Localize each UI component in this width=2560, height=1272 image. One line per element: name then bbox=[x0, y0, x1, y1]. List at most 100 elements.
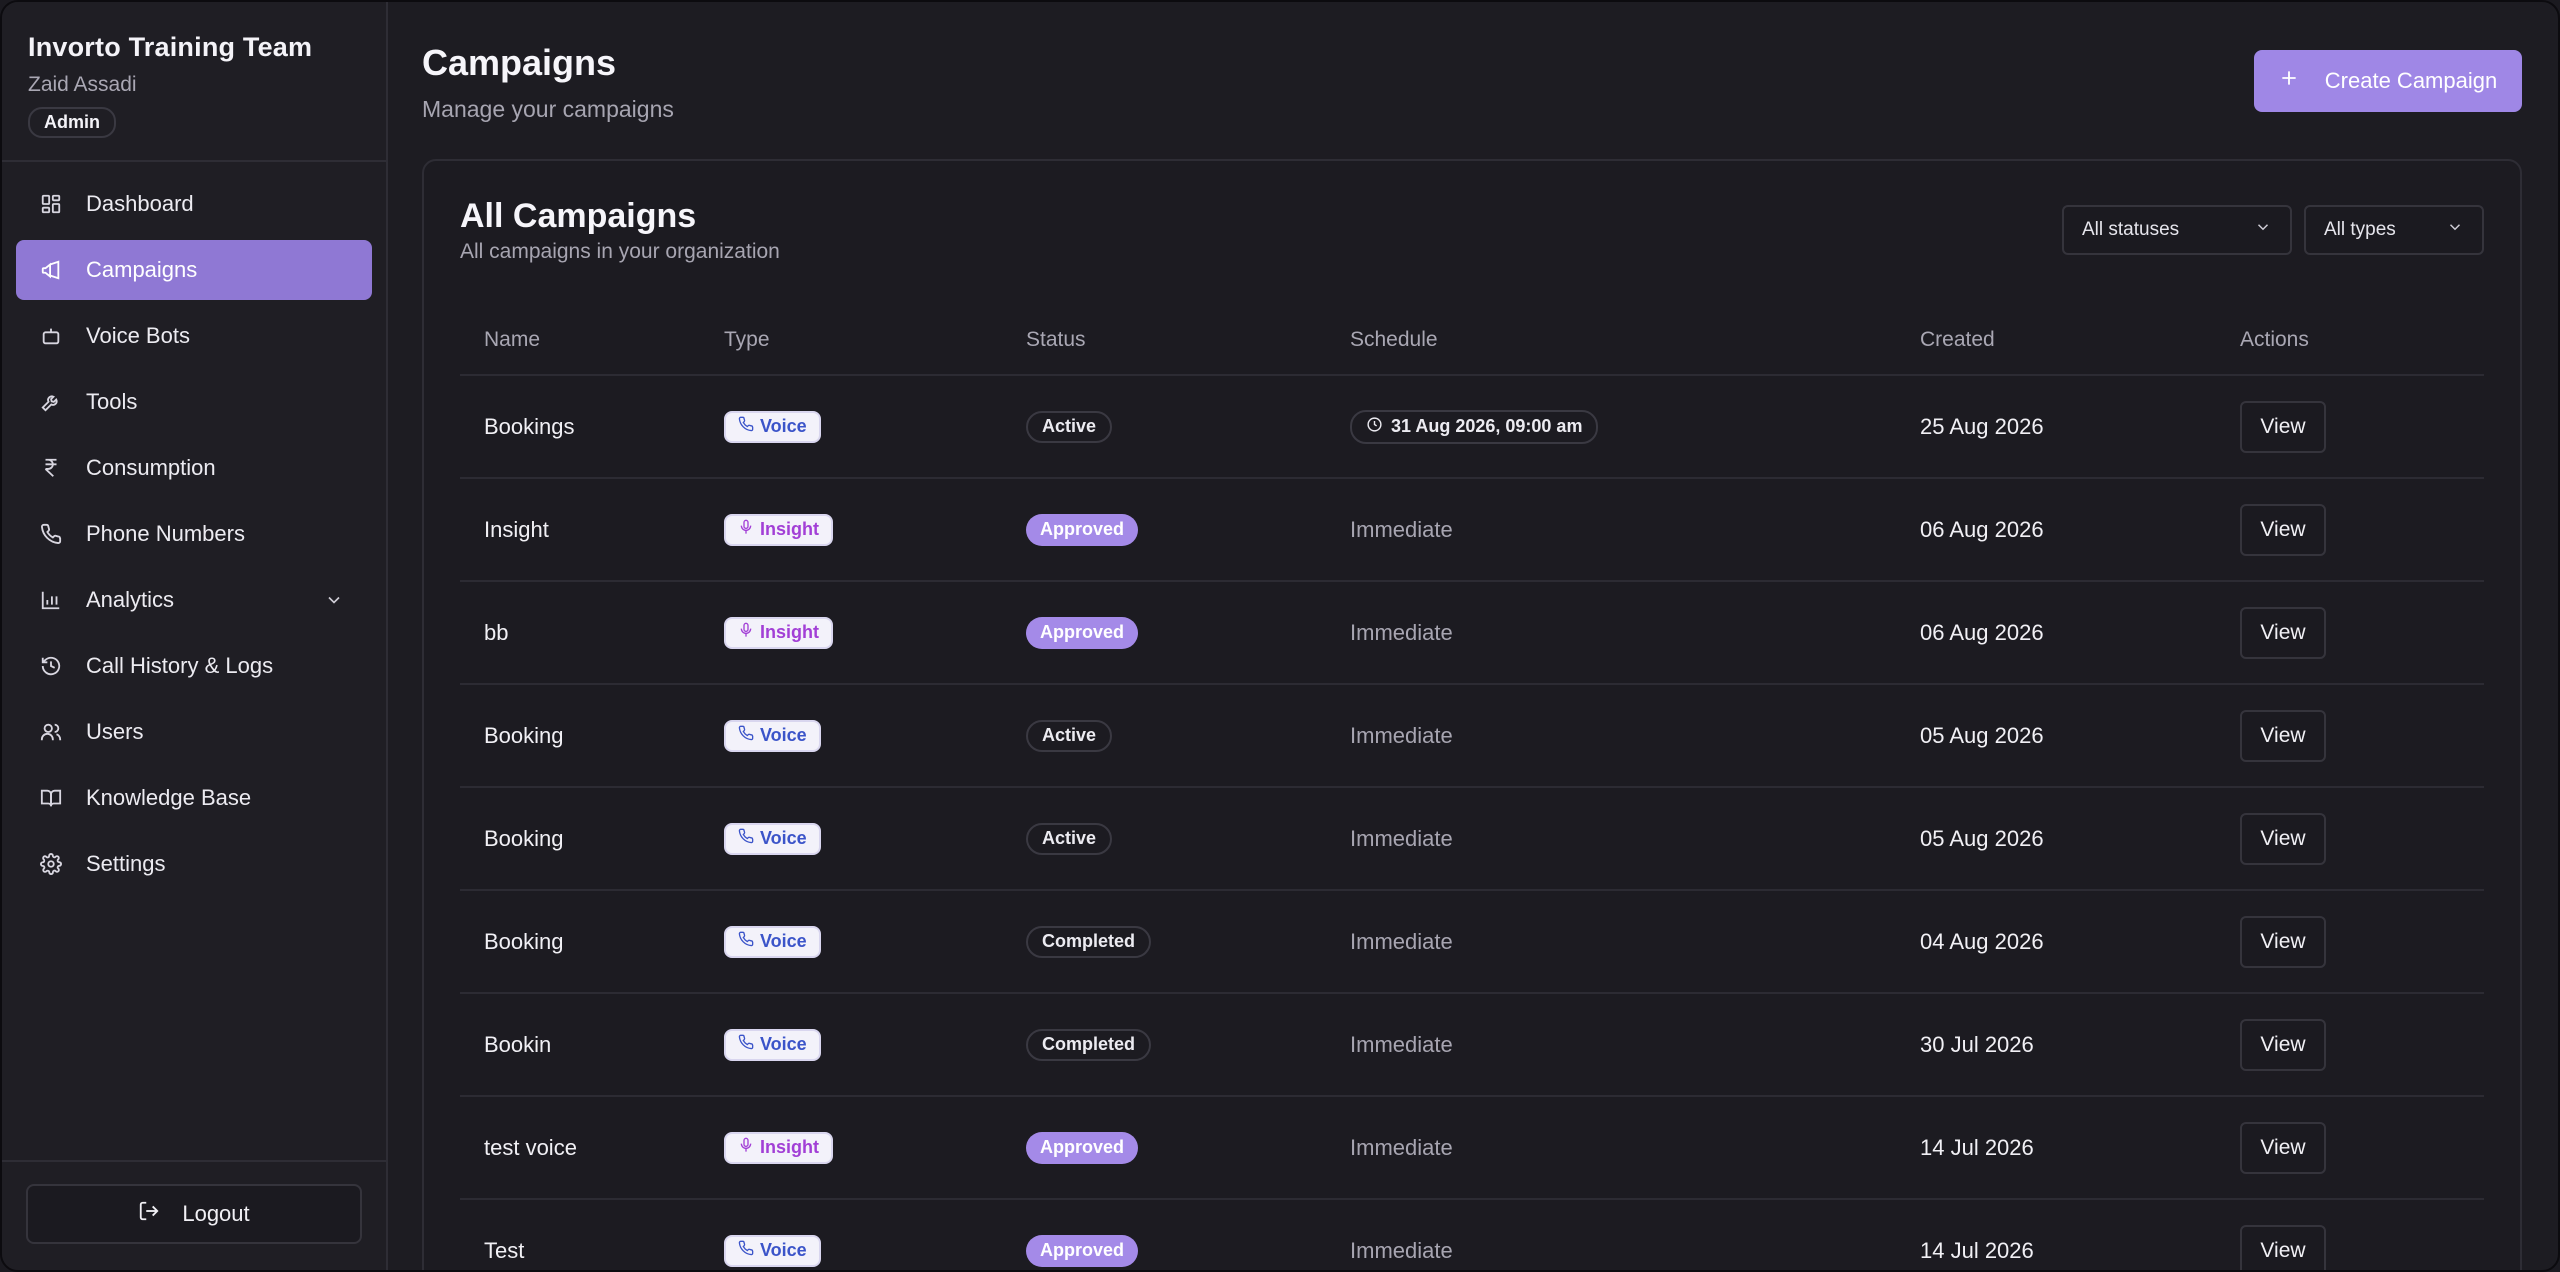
schedule-value: 31 Aug 2026, 09:00 am bbox=[1391, 416, 1583, 436]
sidebar-footer: Logout bbox=[2, 1160, 386, 1270]
logout-icon bbox=[138, 1200, 160, 1228]
type-label: Insight bbox=[760, 519, 819, 539]
type-label: Voice bbox=[760, 725, 807, 745]
campaign-name: Bookin bbox=[484, 1031, 552, 1057]
type-filter-select[interactable]: All types bbox=[2304, 205, 2484, 255]
table-row: test voice Insight Approved Immediate 14 Jul… bbox=[460, 1097, 2484, 1200]
type-label: Voice bbox=[760, 416, 807, 436]
status-badge: Active bbox=[1026, 822, 1113, 855]
sidebar-item-label: Users bbox=[86, 719, 144, 744]
user-name: Zaid Assadi bbox=[28, 73, 137, 96]
sidebar-nav: Dashboard Campaigns Voice Bots Tools Consump… bbox=[2, 162, 386, 912]
created-date: 06 Aug 2026 bbox=[1920, 516, 2044, 542]
phone-icon bbox=[738, 1034, 754, 1055]
sidebar-item-label: Call History & Logs bbox=[86, 653, 274, 678]
sidebar: Invorto Training Team Zaid Assadi Admin … bbox=[2, 2, 388, 1270]
sidebar-item-knowledge-base[interactable]: Knowledge Base bbox=[16, 768, 372, 828]
org-header: Invorto Training Team Zaid Assadi Admin bbox=[2, 2, 386, 162]
column-header-actions: Actions bbox=[2240, 328, 2309, 351]
rupee-icon bbox=[40, 457, 62, 479]
filters: All statuses All types bbox=[2062, 205, 2484, 255]
view-button[interactable]: View bbox=[2240, 1121, 2326, 1174]
column-header-status[interactable]: Status bbox=[1026, 328, 1350, 352]
sidebar-item-campaigns[interactable]: Campaigns bbox=[16, 240, 372, 300]
sidebar-item-settings[interactable]: Settings bbox=[16, 834, 372, 894]
mic-icon bbox=[738, 519, 754, 540]
status-badge: Completed bbox=[1026, 1028, 1152, 1061]
created-date: 30 Jul 2026 bbox=[1920, 1031, 2034, 1057]
schedule-value: Immediate bbox=[1350, 1237, 1453, 1263]
type-label: Voice bbox=[760, 1034, 807, 1054]
phone-icon bbox=[738, 1240, 754, 1261]
logout-button[interactable]: Logout bbox=[26, 1184, 362, 1244]
created-date: 05 Aug 2026 bbox=[1920, 825, 2044, 851]
column-header-schedule[interactable]: Schedule bbox=[1350, 328, 1920, 352]
status-badge: Approved bbox=[1026, 616, 1139, 649]
gear-icon bbox=[40, 853, 62, 875]
sidebar-item-label: Campaigns bbox=[86, 257, 198, 282]
sidebar-item-call-history-logs[interactable]: Call History & Logs bbox=[16, 636, 372, 696]
type-badge: Voice bbox=[724, 925, 821, 958]
view-button[interactable]: View bbox=[2240, 915, 2326, 968]
campaign-name: Test bbox=[484, 1237, 525, 1263]
megaphone-icon bbox=[40, 259, 62, 281]
type-label: Voice bbox=[760, 931, 807, 951]
sidebar-item-users[interactable]: Users bbox=[16, 702, 372, 762]
sidebar-item-phone-numbers[interactable]: Phone Numbers bbox=[16, 504, 372, 564]
status-filter-select[interactable]: All statuses bbox=[2062, 205, 2292, 255]
page-subtitle: Manage your campaigns bbox=[422, 96, 674, 122]
sidebar-item-voice-bots[interactable]: Voice Bots bbox=[16, 306, 372, 366]
sidebar-item-consumption[interactable]: Consumption bbox=[16, 438, 372, 498]
bot-icon bbox=[40, 325, 62, 347]
sidebar-item-label: Analytics bbox=[86, 587, 175, 612]
clock-icon bbox=[1366, 416, 1383, 438]
sidebar-item-label: Tools bbox=[86, 389, 138, 414]
campaign-name: test voice bbox=[484, 1134, 577, 1160]
column-header-name[interactable]: Name bbox=[460, 328, 724, 352]
schedule-value: Immediate bbox=[1350, 516, 1453, 542]
status-badge: Approved bbox=[1026, 513, 1139, 546]
table-row: Bookings Voice Active 31 Aug 2026, 09:00 am… bbox=[460, 376, 2484, 479]
sidebar-item-tools[interactable]: Tools bbox=[16, 372, 372, 432]
created-date: 06 Aug 2026 bbox=[1920, 619, 2044, 645]
view-button[interactable]: View bbox=[2240, 503, 2326, 556]
table-row: Bookin Voice Completed Immediate 30 Jul 2026… bbox=[460, 994, 2484, 1097]
sidebar-item-dashboard[interactable]: Dashboard bbox=[16, 174, 372, 234]
sidebar-item-label: Knowledge Base bbox=[86, 785, 252, 810]
view-button[interactable]: View bbox=[2240, 709, 2326, 762]
app-window: Invorto Training Team Zaid Assadi Admin … bbox=[0, 0, 2560, 1272]
view-button[interactable]: View bbox=[2240, 1224, 2326, 1270]
column-header-type[interactable]: Type bbox=[724, 328, 1026, 352]
phone-icon bbox=[738, 931, 754, 952]
status-filter-value: All statuses bbox=[2082, 219, 2180, 240]
view-button[interactable]: View bbox=[2240, 812, 2326, 865]
phone-icon bbox=[738, 416, 754, 437]
phone-icon bbox=[738, 725, 754, 746]
type-label: Insight bbox=[760, 622, 819, 642]
status-badge: Active bbox=[1026, 719, 1113, 752]
status-badge: Approved bbox=[1026, 1234, 1139, 1267]
type-badge: Insight bbox=[724, 513, 833, 546]
type-filter-value: All types bbox=[2324, 219, 2396, 240]
logout-label: Logout bbox=[182, 1201, 250, 1226]
created-date: 14 Jul 2026 bbox=[1920, 1134, 2034, 1160]
plus-icon bbox=[2279, 68, 2299, 94]
created-date: 25 Aug 2026 bbox=[1920, 413, 2044, 439]
view-button[interactable]: View bbox=[2240, 606, 2326, 659]
status-badge: Approved bbox=[1026, 1131, 1139, 1164]
campaign-name: Booking bbox=[484, 722, 564, 748]
column-header-created[interactable]: Created bbox=[1920, 328, 2240, 352]
wrench-icon bbox=[40, 391, 62, 413]
table-row: bb Insight Approved Immediate 06 Aug 2026 Vie… bbox=[460, 582, 2484, 685]
sidebar-item-label: Voice Bots bbox=[86, 323, 190, 348]
sidebar-item-label: Phone Numbers bbox=[86, 521, 245, 546]
view-button[interactable]: View bbox=[2240, 1018, 2326, 1071]
schedule-value: Immediate bbox=[1350, 1031, 1453, 1057]
schedule-value: Immediate bbox=[1350, 722, 1453, 748]
table-header: Name Type Status Schedule Created Action… bbox=[460, 306, 2484, 376]
view-button[interactable]: View bbox=[2240, 400, 2326, 453]
sidebar-item-analytics[interactable]: Analytics bbox=[16, 570, 372, 630]
table-row: Booking Voice Active Immediate 05 Aug 2026 Vi… bbox=[460, 685, 2484, 788]
chevron-down-icon[interactable] bbox=[324, 590, 344, 610]
create-campaign-button[interactable]: Create Campaign bbox=[2254, 50, 2522, 112]
